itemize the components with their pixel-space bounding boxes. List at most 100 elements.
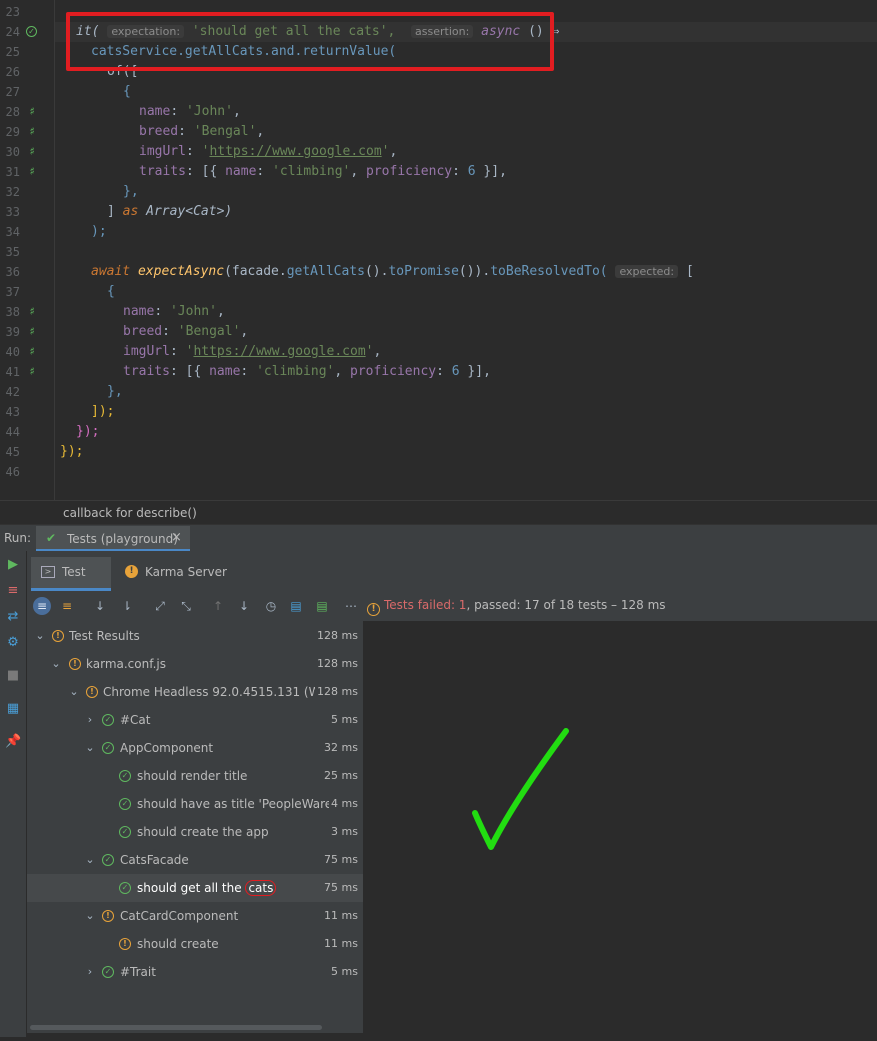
run-gutter-icon[interactable]: ♯: [26, 146, 38, 158]
run-gutter-icon[interactable]: ♯: [26, 106, 38, 118]
tree-node-test[interactable]: ✓ should have as title 'PeopleWare Playg…: [27, 790, 363, 818]
chevron-down-icon[interactable]: ⌄: [68, 678, 80, 706]
rerun-failed-icon[interactable]: ≡: [5, 583, 21, 599]
code-line[interactable]: 29 ♯ breed: 'Bengal',: [0, 122, 877, 142]
method-name: toPromise: [388, 264, 459, 279]
line-number: 46: [5, 465, 20, 479]
line-number: 28: [5, 105, 20, 119]
import-tests-icon[interactable]: ▤: [287, 597, 305, 615]
code-line[interactable]: 39 ♯ breed: 'Bengal',: [0, 322, 877, 342]
code-text: ]);: [91, 404, 115, 419]
code-value: 'John': [169, 304, 217, 319]
tree-node-cat[interactable]: › ✓ #Cat 5 ms: [27, 706, 363, 734]
tree-node-chrome-headless[interactable]: ⌄ ! Chrome Headless 92.0.4515.131 (Windo…: [27, 678, 363, 706]
tree-node-test[interactable]: ✓ should render title 25 ms: [27, 762, 363, 790]
code-line[interactable]: 38 ♯ name: 'John',: [0, 302, 877, 322]
function-name: expectAsync: [137, 264, 225, 279]
run-gutter-icon[interactable]: ♯: [26, 166, 38, 178]
url-link[interactable]: https://www.google.com: [209, 144, 381, 159]
chevron-down-icon[interactable]: ⌄: [84, 846, 96, 874]
line-number: 42: [5, 385, 20, 399]
code-line[interactable]: 36 await expectAsync(facade.getAllCats()…: [0, 262, 877, 282]
tree-node-catsfacade[interactable]: ⌄ ✓ CatsFacade 75 ms: [27, 846, 363, 874]
breadcrumb[interactable]: callback for describe(): [0, 500, 877, 525]
line-number: 41: [5, 365, 20, 379]
tree-node-trait[interactable]: › ✓ #Trait 5 ms: [27, 958, 363, 986]
code-line[interactable]: 31 ♯ traits: [{ name: 'climbing', profic…: [0, 162, 877, 182]
horizontal-scrollbar[interactable]: [30, 1025, 322, 1030]
tree-node-karma-conf[interactable]: ⌄ ! karma.conf.js 128 ms: [27, 650, 363, 678]
code-line[interactable]: 44 });: [0, 422, 877, 442]
chevron-down-icon[interactable]: ⌄: [50, 650, 62, 678]
run-gutter-icon[interactable]: ♯: [26, 346, 38, 358]
more-icon[interactable]: ⋯: [342, 597, 360, 615]
history-icon[interactable]: ◷: [262, 597, 280, 615]
code-line[interactable]: 40 ♯ imgUrl: 'https://www.google.com',: [0, 342, 877, 362]
warning-icon: !: [52, 630, 64, 642]
code-line[interactable]: 41 ♯ traits: [{ name: 'climbing', profic…: [0, 362, 877, 382]
warning-icon: !: [367, 603, 380, 616]
test-output-pane[interactable]: [364, 621, 877, 1037]
code-line[interactable]: 42 },: [0, 382, 877, 402]
prev-failed-icon[interactable]: ↑: [209, 597, 227, 615]
tree-node-time: 11 ms: [322, 902, 358, 930]
run-gutter-icon[interactable]: ♯: [26, 126, 38, 138]
show-ignored-icon[interactable]: ≡: [58, 597, 76, 615]
code-line[interactable]: 34 );: [0, 222, 877, 242]
code-key: name: [123, 304, 155, 319]
run-gutter-icon[interactable]: ♯: [26, 306, 38, 318]
karma-server-icon: !: [125, 565, 138, 578]
code-line[interactable]: 46: [0, 462, 877, 482]
passed-icon: ✓: [119, 770, 131, 782]
type-cast: Array<Cat>): [146, 204, 233, 219]
url-link[interactable]: https://www.google.com: [193, 344, 365, 359]
tab-karma-server[interactable]: ! Karma Server: [119, 557, 239, 591]
test-results-tree[interactable]: ⌄ ! Test Results 128 ms ⌄ ! karma.conf.j…: [27, 621, 364, 1033]
chevron-right-icon[interactable]: ›: [84, 706, 96, 734]
test-passed-gutter-icon[interactable]: ✓: [26, 26, 37, 37]
code-value: 'John': [185, 104, 233, 119]
gear-icon[interactable]: ⚙: [5, 635, 21, 651]
show-passed-icon[interactable]: ≡: [33, 597, 51, 615]
export-tests-icon[interactable]: ▤: [313, 597, 331, 615]
line-number: 33: [5, 205, 20, 219]
tab-tests-playground[interactable]: ✔ Tests (playground) ×: [36, 526, 190, 552]
code-line[interactable]: 33 ] as Array<Cat>): [0, 202, 877, 222]
layout-icon[interactable]: ▦: [5, 701, 21, 717]
code-line[interactable]: 28 ♯ name: 'John',: [0, 102, 877, 122]
red-circled-word: cats: [245, 880, 277, 896]
next-failed-icon[interactable]: ↓: [235, 597, 253, 615]
code-line[interactable]: 32 },: [0, 182, 877, 202]
tab-test-run[interactable]: > Test Run: [31, 557, 111, 609]
chevron-down-icon[interactable]: ⌄: [84, 902, 96, 930]
code-line[interactable]: 43 ]);: [0, 402, 877, 422]
tree-node-test[interactable]: ! should create 11 ms: [27, 930, 363, 958]
sort-alpha-icon[interactable]: ↓: [91, 597, 109, 615]
expand-all-icon[interactable]: ⤢: [151, 597, 169, 615]
run-gutter-icon[interactable]: ♯: [26, 366, 38, 378]
code-line[interactable]: 35: [0, 242, 877, 262]
tree-node-appcomponent[interactable]: ⌄ ✓ AppComponent 32 ms: [27, 734, 363, 762]
code-line[interactable]: 45 });: [0, 442, 877, 462]
tree-node-test-results[interactable]: ⌄ ! Test Results 128 ms: [27, 622, 363, 650]
collapse-all-icon[interactable]: ⤡: [177, 597, 195, 615]
code-key: breed: [139, 124, 179, 139]
sort-duration-icon[interactable]: ⇂: [118, 597, 136, 615]
run-gutter-icon[interactable]: ♯: [26, 326, 38, 338]
stop-icon[interactable]: ■: [5, 668, 21, 684]
pin-icon[interactable]: 📌: [5, 734, 21, 750]
close-icon[interactable]: ×: [171, 530, 182, 545]
code-line[interactable]: 30 ♯ imgUrl: 'https://www.google.com',: [0, 142, 877, 162]
tree-node-catcardcomponent[interactable]: ⌄ ! CatCardComponent 11 ms: [27, 902, 363, 930]
code-line[interactable]: 37 {: [0, 282, 877, 302]
chevron-down-icon[interactable]: ⌄: [84, 734, 96, 762]
tree-node-test[interactable]: ✓ should create the app 3 ms: [27, 818, 363, 846]
rerun-icon[interactable]: ▶: [5, 557, 21, 573]
passed-icon: ✓: [119, 826, 131, 838]
chevron-down-icon[interactable]: ⌄: [34, 622, 46, 650]
code-line[interactable]: 27 {: [0, 82, 877, 102]
code-editor[interactable]: 23 24 ✓ it( expectation: 'should get all…: [0, 0, 877, 500]
tree-node-test-selected[interactable]: ✓ should get all the cats 75 ms: [27, 874, 363, 902]
toggle-auto-test-icon[interactable]: ⇄: [5, 609, 21, 625]
chevron-right-icon[interactable]: ›: [84, 958, 96, 986]
